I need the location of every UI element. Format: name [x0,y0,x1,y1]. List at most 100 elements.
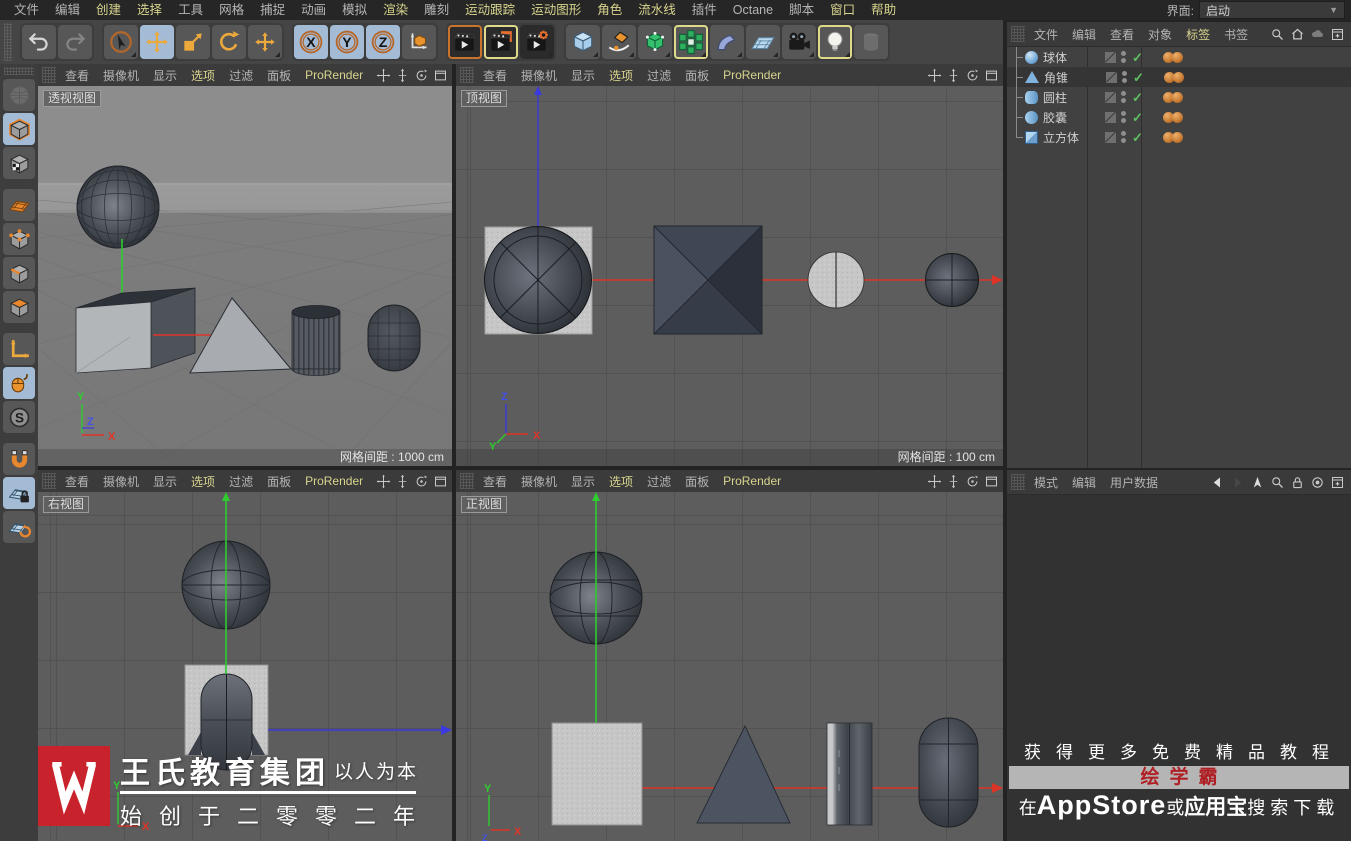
viewport-menu-0[interactable]: 查看 [476,67,514,84]
object-name[interactable]: 圆柱 [1043,89,1095,106]
viewport-menu-6[interactable]: ProRender [716,68,788,82]
visibility-dot[interactable] [1121,138,1126,143]
scale-tool-icon[interactable] [176,25,210,59]
cylinder-object[interactable] [291,305,341,376]
viewport-menu-4[interactable]: 过滤 [222,473,260,490]
object-row[interactable]: 球体 ✓ [1007,47,1351,67]
enable-toggle[interactable]: ✓ [1132,131,1143,144]
panel-grip[interactable] [42,67,56,83]
mograph-array-icon[interactable] [674,25,708,59]
render-settings-icon[interactable] [520,25,554,59]
add-panel-icon[interactable] [1330,27,1345,42]
menu-item-16[interactable]: Octane [725,0,781,20]
viewport-solo-icon[interactable] [3,367,35,399]
toggle-view-icon[interactable] [984,68,999,83]
layer-toggle[interactable] [1105,131,1116,143]
menu-item-6[interactable]: 捕捉 [252,0,293,20]
live-selection-icon[interactable] [104,25,138,59]
cube-object[interactable] [551,722,643,826]
viewport-menu-3[interactable]: 选项 [602,473,640,490]
layer-toggle[interactable] [1105,51,1116,63]
object-name[interactable]: 角锥 [1044,69,1096,86]
viewport-canvas[interactable]: 正视图 Y X Z [456,492,1003,841]
menu-item-15[interactable]: 插件 [684,0,725,20]
panel-grip[interactable] [42,473,56,489]
camera-pan-icon[interactable] [927,474,942,489]
menu-item-19[interactable]: 帮助 [863,0,904,20]
camera-pan-icon[interactable] [927,68,942,83]
environment-icon[interactable] [746,25,780,59]
camera-zoom-icon[interactable] [395,474,410,489]
menu-item-12[interactable]: 运动图形 [523,0,589,20]
y-axis-lock-icon[interactable]: Y [330,25,364,59]
volume-icon[interactable] [854,25,888,59]
move-tool-icon[interactable] [140,25,174,59]
enable-toggle[interactable]: ✓ [1132,91,1143,104]
toggle-view-icon[interactable] [433,68,448,83]
viewport-menu-6[interactable]: ProRender [716,474,788,488]
visibility-dot[interactable] [1121,98,1126,103]
viewport-menu-0[interactable]: 查看 [58,67,96,84]
cylinder-object[interactable] [826,722,873,826]
visibility-dot[interactable] [1121,118,1126,123]
enable-toggle[interactable]: ✓ [1132,51,1143,64]
viewport-menu-5[interactable]: 面板 [678,67,716,84]
visibility-dot[interactable] [1121,91,1126,96]
viewport-menu-2[interactable]: 显示 [146,473,184,490]
history-forward-icon[interactable] [1230,475,1245,490]
menu-item-7[interactable]: 动画 [293,0,334,20]
polygon-mode-icon[interactable] [3,291,35,323]
mode-toolbar-grip[interactable] [4,67,34,75]
viewport-menu-0[interactable]: 查看 [476,473,514,490]
menu-item-0[interactable]: 文件 [6,0,47,20]
light-icon[interactable] [818,25,852,59]
viewport-canvas[interactable]: 顶视图 Z Y X 网格间距: 100 cm [456,86,1003,466]
visibility-dot[interactable] [1121,58,1126,63]
viewport-menu-3[interactable]: 选项 [184,473,222,490]
subdivision-surface-icon[interactable] [638,25,672,59]
primitive-cube-icon[interactable] [566,25,600,59]
phong-tag-icon[interactable] [1172,71,1184,83]
panel-grip[interactable] [1011,474,1025,490]
object-row[interactable]: 角锥 ✓ [1007,67,1351,87]
menu-item-11[interactable]: 运动跟踪 [457,0,523,20]
lock-workplane-icon[interactable] [3,477,35,509]
object-name[interactable]: 球体 [1043,49,1095,66]
phong-tag-icon[interactable] [1171,131,1183,143]
phong-tag-icon[interactable] [1171,91,1183,103]
menu-item-17[interactable]: 脚本 [781,0,822,20]
menu-item-2[interactable]: 用户数据 [1103,474,1165,491]
menu-item-3[interactable]: 选择 [129,0,170,20]
redo-icon[interactable] [58,25,92,59]
viewport-menu-5[interactable]: 面板 [678,473,716,490]
menu-item-1[interactable]: 编辑 [1065,26,1103,43]
enable-toggle[interactable]: ✓ [1133,71,1144,84]
spline-pen-icon[interactable] [602,25,636,59]
cube-object[interactable] [75,287,196,374]
object-row[interactable]: 立方体 ✓ [1007,127,1351,147]
history-back-icon[interactable] [1210,475,1225,490]
menu-item-8[interactable]: 模拟 [334,0,375,20]
menu-item-10[interactable]: 雕刻 [416,0,457,20]
visibility-dot[interactable] [1121,51,1126,56]
viewport-canvas[interactable]: 右视图 Y X [38,492,452,841]
cylinder-object[interactable] [807,251,865,309]
camera-rotate-icon[interactable] [965,474,980,489]
edge-mode-icon[interactable] [3,257,35,289]
workplane-mode-icon[interactable] [3,511,35,543]
viewport-menu-1[interactable]: 摄像机 [96,473,146,490]
pyramid-object[interactable] [653,225,763,335]
viewport-menu-6[interactable]: ProRender [298,68,370,82]
viewport-menu-5[interactable]: 面板 [260,473,298,490]
phong-tag-icon[interactable] [1171,111,1183,123]
viewport-menu-2[interactable]: 显示 [146,67,184,84]
panel-grip[interactable] [460,67,474,83]
coordinate-system-icon[interactable] [402,25,436,59]
viewport-menu-1[interactable]: 摄像机 [514,473,564,490]
menu-item-13[interactable]: 角色 [589,0,630,20]
camera-rotate-icon[interactable] [414,474,429,489]
layer-toggle[interactable] [1105,111,1116,123]
visibility-dot[interactable] [1121,131,1126,136]
viewport-menu-4[interactable]: 过滤 [640,473,678,490]
menu-item-1[interactable]: 编辑 [1065,474,1103,491]
